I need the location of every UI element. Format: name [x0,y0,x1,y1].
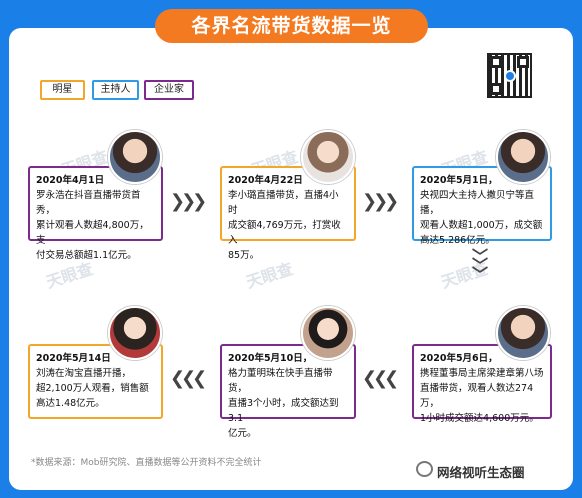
event-text: 付交易总额超1.1亿元。 [36,250,137,261]
legend-host: 主持人 [92,80,139,100]
event-text: 累计观看人数超4,800万，支 [36,220,149,246]
page-title: 各界名流带货数据一览 [155,9,428,43]
event-text: 超2,100万人观看，销售额 [36,383,149,394]
event-text: 直播3个小时，成交额达到3.1 [228,398,339,424]
chevron-right-icon: ❯❯❯ [170,191,207,212]
chevron-down-icon: ﹀ ﹀ ﹀ [471,247,488,284]
chevron-left-icon: ❮❮❮ [362,368,399,389]
legend-entrepreneur: 企业家 [144,80,194,100]
event-text: 直播带货，观看人数达274万， [420,383,534,409]
event-text: 携程董事局主席梁建章第八场 [420,368,544,379]
avatar [108,130,162,184]
event-text: 观看人数超1,000万，成交额 [420,220,543,231]
event-text: 亿元。 [228,428,257,439]
event-text: 成交额4,769万元，打赏收入 [228,220,341,246]
avatar [108,306,162,360]
avatar [301,130,355,184]
event-text: 高达1.48亿元。 [36,398,105,409]
chevron-right-icon: ❯❯❯ [362,191,399,212]
event-text: 罗永浩在抖音直播带货首秀， [36,190,141,216]
legend-star: 明星 [40,80,85,100]
event-text: 1小时成交额达4,600万元。 [420,413,539,424]
qr-logo-icon [504,70,516,82]
avatar [301,306,355,360]
event-text: 格力董明珠在快手直播带货， [228,368,333,394]
footnote: *数据来源：Mob研究院、直播数据等公开资料不完全统计 [31,458,262,468]
event-text: 李小璐直播带货，直播4小时 [228,190,339,216]
event-text: 央视四大主持人撒贝宁等直播， [420,190,535,216]
avatar [496,306,550,360]
wechat-icon [416,461,433,477]
event-text: 刘涛在淘宝直播开播， [36,368,132,379]
qr-code [487,53,532,98]
event-text: 高达5.286亿元。 [420,235,495,246]
brand-label: 网络视听生态圈 [437,465,525,480]
avatar [496,130,550,184]
chevron-left-icon: ❮❮❮ [170,368,207,389]
event-text: 85万。 [228,250,260,261]
